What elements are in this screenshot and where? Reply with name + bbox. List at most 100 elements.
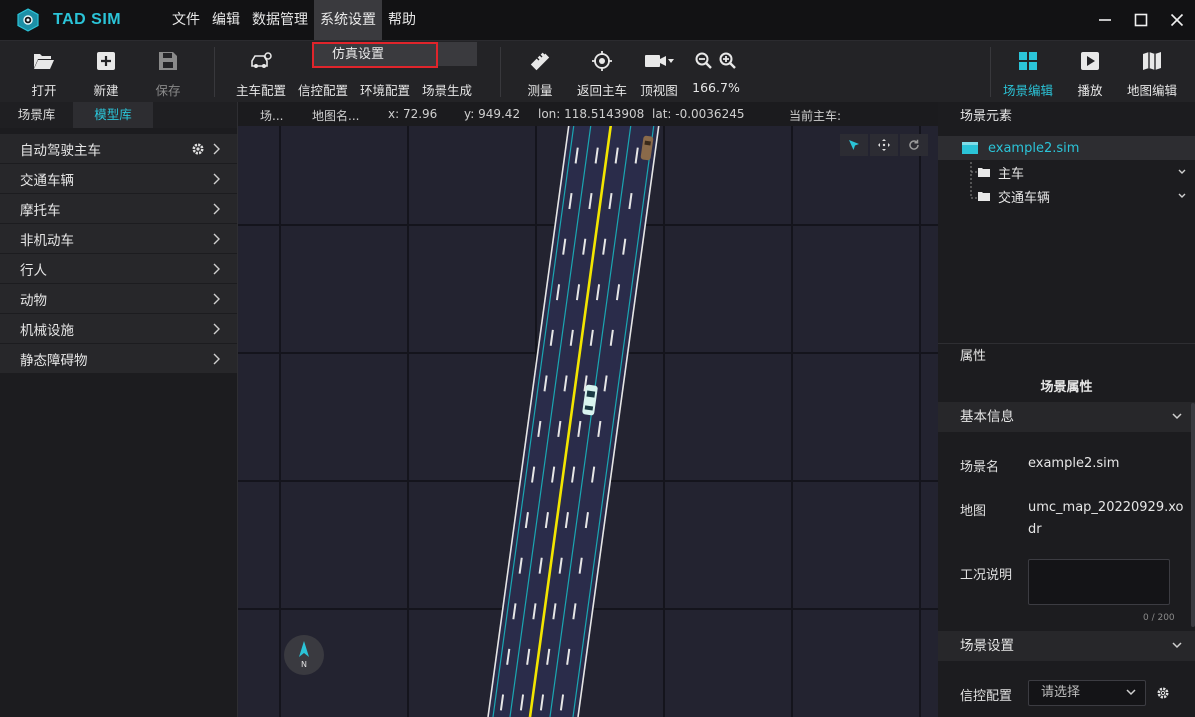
folder-open-icon <box>34 54 54 69</box>
open-button[interactable]: 打开 <box>22 41 66 103</box>
minimize-icon <box>1099 19 1111 21</box>
compass-north-label: N <box>301 660 307 669</box>
category-static-obstacle[interactable]: 静态障碍物 <box>0 344 237 374</box>
scene-settings-title: 场景设置 <box>960 638 1014 654</box>
ego-config-button[interactable]: 主车配置 <box>236 41 286 103</box>
scene-edit-button[interactable]: 场景编辑 <box>1002 41 1054 103</box>
gear-icon[interactable] <box>191 142 205 156</box>
title-bar: TAD SIM 文件 编辑 数据管理 系统设置 帮助 <box>0 0 1195 40</box>
description-label: 工况说明 <box>960 568 1013 583</box>
back-to-ego-button[interactable]: 返回主车 <box>576 41 628 103</box>
zoom-out-icon[interactable] <box>695 52 713 70</box>
save-icon <box>159 52 177 70</box>
top-view-button[interactable]: 顶视图 <box>640 41 678 103</box>
description-counter: 0 / 200 <box>1143 613 1175 623</box>
menu-help[interactable]: 帮助 <box>382 0 422 40</box>
basic-info-section[interactable]: 基本信息 <box>938 402 1195 432</box>
category-label: 静态障碍物 <box>20 352 88 369</box>
zoom-in-icon[interactable] <box>719 52 737 70</box>
zoom-level: 166.7% <box>692 80 740 95</box>
env-config-label: 环境配置 <box>360 83 411 98</box>
toolbar-separator <box>500 47 501 97</box>
play-button[interactable]: 播放 <box>1070 41 1110 103</box>
signal-config-label: 信控配置 <box>298 83 349 98</box>
scene-name-short: 场... <box>260 109 284 123</box>
tree-node-traffic[interactable]: 交通车辆 <box>978 185 1195 207</box>
menu-edit[interactable]: 编辑 <box>206 0 246 40</box>
save-button[interactable]: 保存 <box>146 41 190 103</box>
longitude: lon: 118.5143908 <box>538 107 645 121</box>
scene-edit-label: 场景编辑 <box>1002 83 1053 98</box>
map-name-short: 地图名... <box>312 109 360 123</box>
measure-button[interactable]: 测量 <box>522 41 558 103</box>
tree-node-ego[interactable]: 主车 <box>978 161 1195 183</box>
move-tool[interactable] <box>870 134 898 156</box>
menu-system-settings[interactable]: 系统设置 <box>314 0 382 40</box>
maximize-button[interactable] <box>1123 0 1159 40</box>
crosshair-icon <box>592 51 612 71</box>
model-library-panel: 场景库 模型库 自动驾驶主车 交通车辆 摩托车 非机动车 行人 动物 机械设施 … <box>0 102 238 717</box>
category-machinery[interactable]: 机械设施 <box>0 314 237 344</box>
category-non-motor-vehicle[interactable]: 非机动车 <box>0 224 237 254</box>
category-label: 动物 <box>20 292 47 309</box>
menu-data-management[interactable]: 数据管理 <box>246 0 314 40</box>
canvas-tools <box>838 134 928 156</box>
category-ego-vehicle[interactable]: 自动驾驶主车 <box>0 134 237 164</box>
map-icon <box>1143 52 1161 70</box>
category-pedestrian[interactable]: 行人 <box>0 254 237 284</box>
road-map[interactable] <box>238 102 938 717</box>
category-label: 自动驾驶主车 <box>20 142 101 159</box>
toolbar-separator <box>990 47 991 97</box>
select-tool[interactable] <box>840 134 868 156</box>
scene-gen-label: 场景生成 <box>422 83 473 98</box>
properties-title: 属性 <box>938 344 1195 372</box>
scene-settings-section[interactable]: 场景设置 <box>938 631 1195 661</box>
map-value: umc_map_20220929.xodr <box>1028 500 1184 537</box>
ego-config-label: 主车配置 <box>236 83 287 98</box>
category-motorcycle[interactable]: 摩托车 <box>0 194 237 224</box>
chevron-right-icon <box>213 353 220 365</box>
chevron-right-icon <box>213 233 220 245</box>
compass[interactable]: N <box>284 635 324 675</box>
description-textarea[interactable] <box>1028 559 1170 605</box>
basic-info-title: 基本信息 <box>960 409 1014 425</box>
tree-root[interactable]: example2.sim <box>938 136 1195 160</box>
folder-icon <box>978 192 990 201</box>
tab-scene-library[interactable]: 场景库 <box>0 102 73 128</box>
compass-needle-icon <box>299 641 309 657</box>
zoom-controls: 166.7% <box>692 41 740 103</box>
back-to-ego-label: 返回主车 <box>576 83 627 98</box>
category-animal[interactable]: 动物 <box>0 284 237 314</box>
map-edit-button[interactable]: 地图编辑 <box>1126 41 1178 103</box>
chevron-down-icon[interactable] <box>1177 168 1187 176</box>
play-label: 播放 <box>1077 83 1103 98</box>
menu-simulation-settings[interactable]: 仿真设置 <box>312 42 438 68</box>
close-button[interactable] <box>1159 0 1195 40</box>
ruler-icon <box>530 51 550 71</box>
car-settings-icon <box>251 52 272 68</box>
play-icon <box>1081 52 1099 70</box>
move-icon <box>878 139 890 151</box>
minimize-button[interactable] <box>1087 0 1123 40</box>
menu-file[interactable]: 文件 <box>166 0 206 40</box>
latitude: lat: -0.0036245 <box>652 107 745 121</box>
scene-canvas[interactable] <box>238 102 938 717</box>
chevron-down-icon <box>1126 689 1136 696</box>
new-button[interactable]: 新建 <box>84 41 128 103</box>
map-label: 地图 <box>960 504 987 519</box>
chevron-down-icon[interactable] <box>1177 192 1187 200</box>
scene-properties-title: 场景属性 <box>1040 380 1093 395</box>
rotate-tool[interactable] <box>900 134 928 156</box>
toolbar: 打开 新建 保存 主车配置 信控配置 环境配置 场景生成 测量 返回主车 顶视图 <box>0 40 1195 102</box>
signal-config-select[interactable]: 请选择 <box>1028 680 1146 706</box>
grid-layout-icon <box>1019 52 1037 70</box>
top-view-label: 顶视图 <box>640 83 678 98</box>
camera-icon <box>645 55 674 67</box>
gear-icon[interactable] <box>1156 686 1170 700</box>
folder-icon <box>978 168 990 177</box>
tab-model-library[interactable]: 模型库 <box>73 102 153 128</box>
window-controls <box>1087 0 1195 40</box>
properties-scrollbar[interactable] <box>1191 403 1195 627</box>
category-traffic-vehicle[interactable]: 交通车辆 <box>0 164 237 194</box>
cursor-icon <box>849 140 859 150</box>
